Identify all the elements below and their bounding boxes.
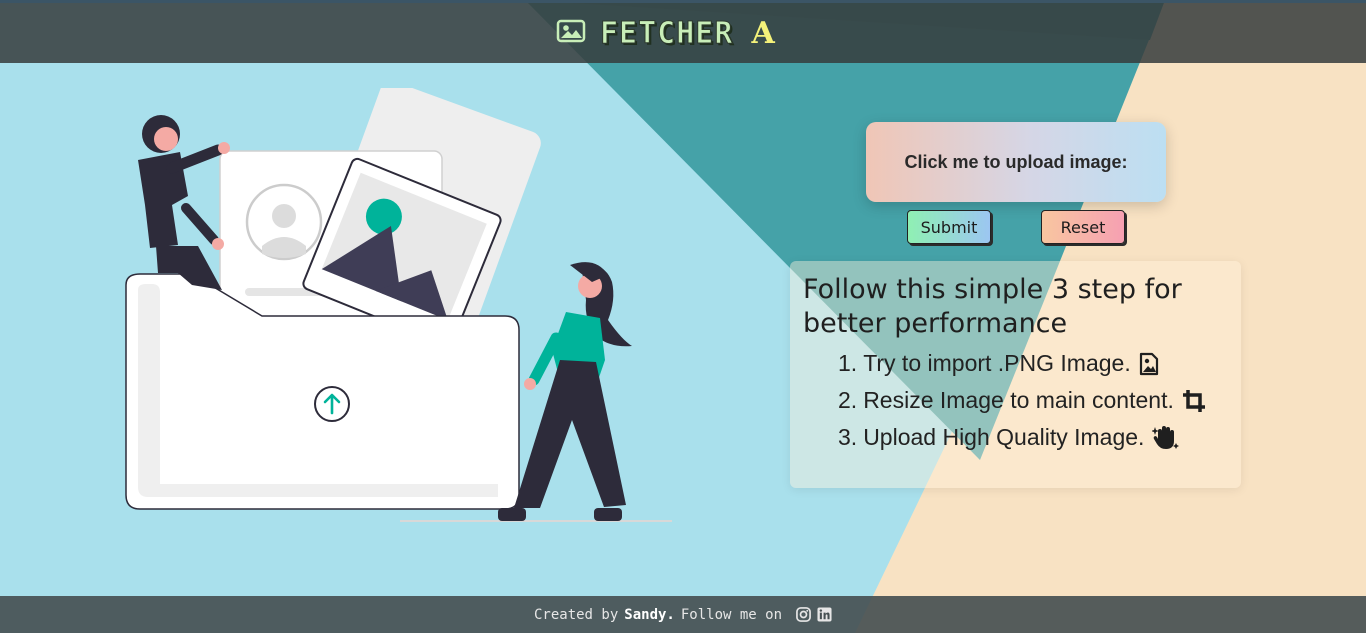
steps-list: 1. Try to import .PNG Image. 2. Resize I… (838, 345, 1206, 456)
sparkle-hand-icon (1152, 425, 1180, 451)
step-number: 3. (838, 424, 858, 450)
crop-icon (1182, 389, 1206, 413)
linkedin-icon[interactable] (817, 607, 832, 622)
upload-label: Click me to upload image: (904, 151, 1128, 172)
step-text: Try to import .PNG Image. (863, 350, 1131, 376)
app-header: FETCHER A (0, 0, 1366, 63)
step-number: 2. (838, 387, 858, 413)
upload-image-area[interactable]: Click me to upload image: (866, 122, 1166, 202)
step-text: Upload High Quality Image. (863, 424, 1145, 450)
reset-button[interactable]: Reset (1041, 210, 1125, 244)
upload-illustration (125, 88, 672, 522)
footer-follow: Follow me on (680, 606, 783, 623)
submit-button[interactable]: Submit (907, 210, 991, 244)
list-item: 1. Try to import .PNG Image. (838, 345, 1206, 382)
logo-letter: A (751, 15, 775, 51)
step-number: 1. (838, 350, 858, 376)
steps-title: Follow this simple 3 step for better per… (803, 274, 1182, 339)
author-name: Sandy. (624, 606, 675, 623)
brand[interactable]: FETCHER A (556, 13, 775, 53)
app-footer: Created by Sandy. Follow me on (0, 596, 1366, 633)
steps-card: Follow this simple 3 step for better per… (790, 261, 1241, 488)
image-file-icon (1139, 352, 1159, 376)
logo-text: FETCHER (599, 15, 734, 51)
instagram-icon[interactable] (796, 607, 811, 622)
footer-prefix: Created by (533, 606, 619, 623)
list-item: 3. Upload High Quality Image. (838, 419, 1206, 456)
image-icon (556, 19, 586, 48)
step-text: Resize Image to main content. (863, 387, 1174, 413)
list-item: 2. Resize Image to main content. (838, 382, 1206, 419)
